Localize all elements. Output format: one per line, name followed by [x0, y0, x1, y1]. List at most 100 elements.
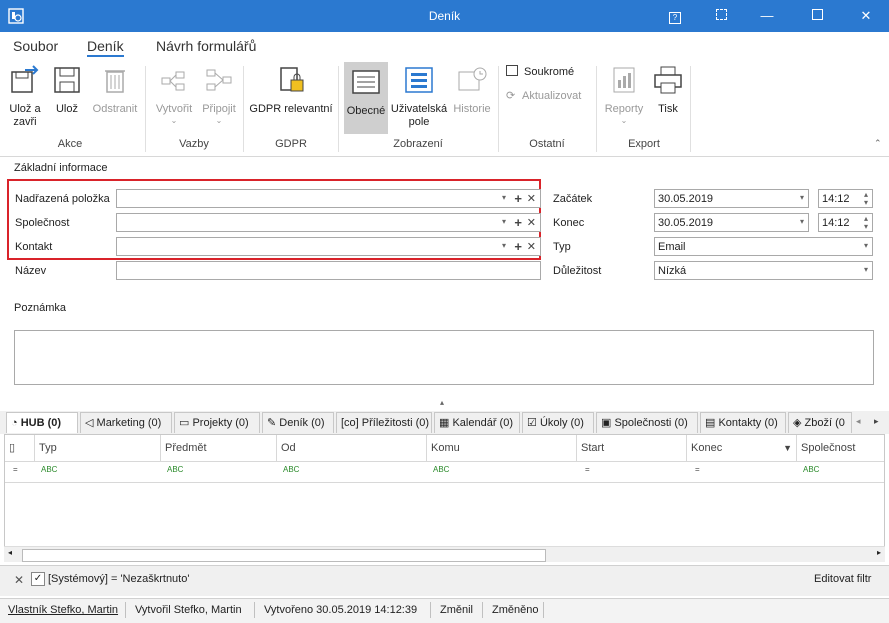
clear-icon[interactable]: ✕ — [527, 192, 536, 205]
splitter-handle[interactable]: ▴ — [440, 398, 444, 407]
clipboard-icon: ☑ — [527, 417, 537, 429]
print-button[interactable]: Tisk — [650, 64, 686, 116]
group-label-view: Zobrazení — [393, 138, 443, 150]
add-icon[interactable]: + — [514, 239, 522, 254]
tab-contacts[interactable]: ▤ Kontakty (0) — [700, 412, 786, 433]
ribbon-separator — [338, 66, 339, 152]
document-icon: ▯ — [9, 442, 16, 454]
horizontal-scrollbar[interactable]: ◂ ▸ — [4, 546, 885, 562]
scroll-left-icon[interactable]: ◂ — [8, 548, 12, 557]
grid-header-to[interactable]: Komu — [427, 435, 577, 461]
contact-label: Kontakt — [15, 241, 53, 253]
grid-header-subject[interactable]: Předmět — [161, 435, 277, 461]
private-button[interactable]: Soukromé — [506, 65, 596, 78]
filter-text-icon[interactable]: ABC — [283, 465, 299, 474]
clear-icon[interactable]: ✕ — [527, 216, 536, 229]
chevron-down-icon: ⌄ — [620, 116, 628, 125]
filter-equals-icon: = — [13, 465, 18, 474]
create-button[interactable]: Vytvořit ⌄ — [152, 64, 196, 125]
gdpr-relevant-button[interactable]: GDPR relevantní — [248, 64, 334, 116]
group-label-export: Export — [628, 138, 660, 150]
history-clock-icon — [458, 67, 487, 91]
general-view-button[interactable]: Obecné — [344, 62, 388, 134]
auto-filter-row[interactable]: = ABC ABC ABC ABC = = ABC — [5, 461, 884, 483]
save-close-button[interactable]: Ulož a zavři — [6, 64, 44, 129]
close-button[interactable]: ✕ — [843, 0, 889, 32]
grid-select-header[interactable]: ▯ — [5, 435, 35, 461]
dropdown-arrow-icon[interactable]: ▾ — [800, 217, 804, 226]
tab-hub[interactable]: ◔ HUB (0) — [6, 412, 78, 433]
grid-header-start[interactable]: Start — [577, 435, 687, 461]
tab-form-design[interactable]: Návrh formulářů — [156, 38, 256, 54]
tab-companies[interactable]: ▣ Společnosti (0) — [596, 412, 698, 433]
tab-opportunities[interactable]: [co] Příležitosti (0) — [336, 412, 432, 433]
save-button[interactable]: Ulož — [50, 64, 84, 116]
filter-equals-icon[interactable]: = — [585, 465, 590, 474]
filter-expression[interactable]: [Systémový] = 'Nezaškrtnuto' — [48, 573, 189, 585]
dropdown-arrow-icon[interactable]: ▾ — [502, 193, 506, 202]
filter-equals-icon[interactable]: = — [695, 465, 700, 474]
status-separator — [125, 602, 126, 618]
minimize-button[interactable]: — — [744, 0, 790, 32]
collapse-ribbon-icon[interactable]: ⌃ — [874, 138, 882, 149]
tab-journal[interactable]: ✎ Deník (0) — [262, 412, 334, 433]
dropdown-arrow-icon[interactable]: ▾ — [864, 265, 868, 274]
screenshot-button[interactable] — [698, 0, 744, 32]
dropdown-arrow-icon[interactable]: ▾ — [864, 241, 868, 250]
grid-header-company[interactable]: Společnost — [797, 435, 885, 461]
tab-projects[interactable]: ▭ Projekty (0) — [174, 412, 260, 433]
name-field[interactable] — [116, 261, 541, 280]
note-textarea[interactable] — [14, 330, 874, 385]
user-fields-button[interactable]: Uživatelská pole — [390, 64, 448, 129]
maximize-button[interactable] — [794, 0, 840, 32]
clear-icon[interactable]: ✕ — [527, 240, 536, 253]
scrollbar-thumb[interactable] — [22, 549, 546, 562]
grid-header-end[interactable]: Konec ▼ — [687, 435, 797, 461]
scroll-right-icon[interactable]: ▸ — [874, 416, 879, 427]
add-icon[interactable]: + — [514, 191, 522, 206]
filter-text-icon[interactable]: ABC — [167, 465, 183, 474]
scroll-right-icon[interactable]: ▸ — [877, 548, 881, 557]
spinner-icon[interactable]: ▴ ▾ — [864, 191, 868, 207]
filter-text-icon[interactable]: ABC — [433, 465, 449, 474]
filter-text-icon[interactable]: ABC — [41, 465, 57, 474]
end-date-field[interactable]: 30.05.2019 ▾ — [654, 213, 809, 232]
spinner-icon[interactable]: ▴ ▾ — [864, 215, 868, 231]
group-label-links: Vazby — [179, 138, 209, 150]
status-separator — [543, 602, 544, 618]
filter-checkbox[interactable]: ✓ — [31, 572, 45, 586]
owner-link[interactable]: Vlastník Stefko, Martin — [8, 604, 118, 616]
scroll-left-icon[interactable]: ◂ — [856, 416, 861, 427]
add-icon[interactable]: + — [514, 215, 522, 230]
edit-filter-link[interactable]: Editovat filtr — [814, 573, 871, 585]
tab-soubor[interactable]: Soubor — [13, 38, 58, 54]
reports-button[interactable]: Reporty ⌄ — [600, 64, 648, 125]
history-button[interactable]: Historie — [450, 64, 494, 116]
end-time-field[interactable]: 14:12 ▴ ▾ — [818, 213, 873, 232]
tab-tasks[interactable]: ☑ Úkoly (0) — [522, 412, 594, 433]
dropdown-arrow-icon[interactable]: ▾ — [502, 241, 506, 250]
close-icon: ✕ — [860, 8, 872, 23]
update-button[interactable]: ⟳ Aktualizovat — [506, 89, 596, 102]
attach-button[interactable]: Připojit ⌄ — [198, 64, 240, 125]
grid-header-type[interactable]: Typ — [35, 435, 161, 461]
filter-text-icon[interactable]: ABC — [803, 465, 819, 474]
start-time-field[interactable]: 14:12 ▴ ▾ — [818, 189, 873, 208]
help-button[interactable]: ? — [652, 0, 698, 32]
parent-field[interactable]: ▾ + ✕ — [116, 189, 541, 208]
tab-products[interactable]: ◈ Zboží (0 — [788, 412, 852, 433]
contact-field[interactable]: ▾ + ✕ — [116, 237, 541, 256]
tab-marketing[interactable]: ◁ Marketing (0) — [80, 412, 172, 433]
company-field[interactable]: ▾ + ✕ — [116, 213, 541, 232]
tab-calendar[interactable]: ▦ Kalendář (0) — [434, 412, 520, 433]
reports-chart-icon — [613, 67, 635, 93]
tab-denik[interactable]: Deník — [87, 38, 124, 57]
dropdown-arrow-icon[interactable]: ▾ — [502, 217, 506, 226]
importance-select[interactable]: Nízká ▾ — [654, 261, 873, 280]
grid-header-from[interactable]: Od — [277, 435, 427, 461]
delete-button[interactable]: Odstranit — [90, 64, 140, 116]
remove-filter-icon[interactable]: ✕ — [14, 573, 24, 587]
type-select[interactable]: Email ▾ — [654, 237, 873, 256]
dropdown-arrow-icon[interactable]: ▾ — [800, 193, 804, 202]
start-date-field[interactable]: 30.05.2019 ▾ — [654, 189, 809, 208]
